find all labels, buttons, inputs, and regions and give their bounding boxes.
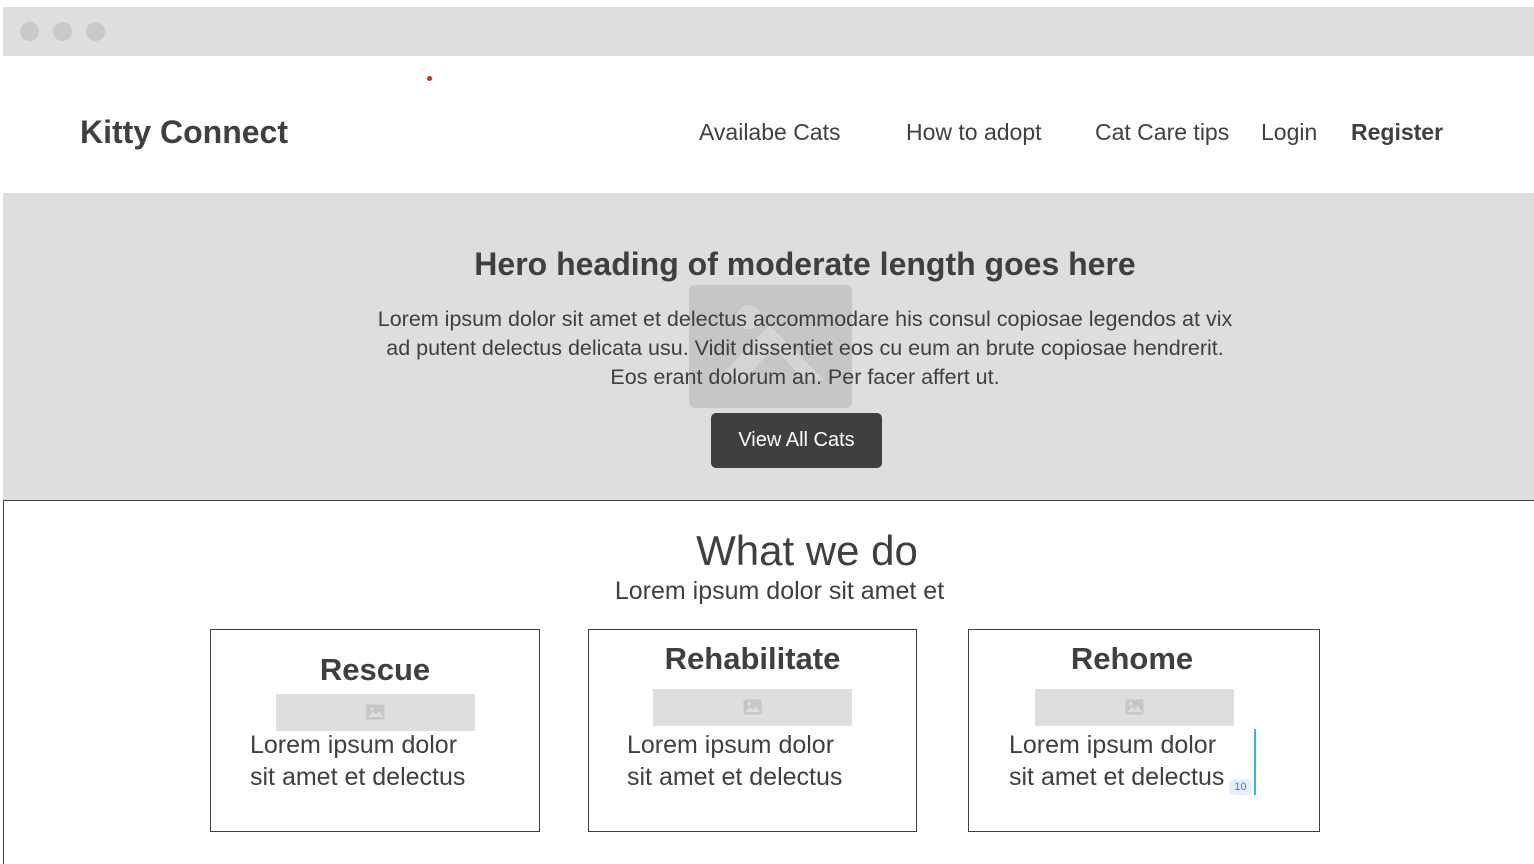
window-maximize-dot[interactable] [86, 22, 105, 41]
top-navigation: Kitty Connect Availabe Cats How to adopt… [3, 56, 1534, 193]
card-text-line-2: sit amet et delectus [627, 763, 843, 791]
image-icon [276, 694, 475, 731]
card-rescue: Rescue Lorem ipsum dolor sit amet et del… [210, 629, 540, 832]
hero-section: Hero heading of moderate length goes her… [3, 193, 1534, 500]
card-rehabilitate: Rehabilitate Lorem ipsum dolor sit amet … [588, 629, 917, 832]
window-close-dot[interactable] [20, 22, 39, 41]
nav-how-to-adopt[interactable]: How to adopt [906, 119, 1042, 146]
image-icon [1035, 689, 1234, 726]
hero-heading: Hero heading of moderate length goes her… [474, 246, 1136, 282]
image-icon [653, 689, 852, 726]
card-text-line-2: sit amet et delectus [250, 763, 466, 791]
card-title: Rehome [1070, 641, 1194, 676]
brand-logo[interactable]: Kitty Connect [80, 114, 288, 151]
browser-window: Kitty Connect Availabe Cats How to adopt… [3, 7, 1534, 864]
nav-cat-care-tips[interactable]: Cat Care tips [1095, 119, 1229, 146]
nav-register[interactable]: Register [1351, 119, 1443, 146]
red-marker-dot [427, 76, 432, 81]
card-title: Rescue [319, 652, 431, 687]
window-minimize-dot[interactable] [53, 22, 72, 41]
view-all-cats-button[interactable]: View All Cats [711, 413, 882, 468]
card-rehome: Rehome Lorem ipsum dolor sit amet et del… [968, 629, 1320, 832]
browser-chrome [3, 7, 1534, 56]
section-subtitle: Lorem ipsum dolor sit amet et [614, 577, 945, 605]
card-text-line-1: Lorem ipsum dolor [627, 731, 835, 759]
what-we-do-section: What we do Lorem ipsum dolor sit amet et… [3, 500, 1534, 864]
nav-available-cats[interactable]: Availabe Cats [699, 119, 841, 146]
card-title: Rehabilitate [664, 641, 841, 676]
measure-badge: 10 [1229, 779, 1252, 795]
card-text-line-2: sit amet et delectus [1009, 763, 1225, 791]
section-title: What we do [696, 527, 918, 574]
nav-login[interactable]: Login [1261, 119, 1317, 146]
hero-description: Lorem ipsum dolor sit amet et delectus a… [377, 307, 1233, 389]
text-cursor-line [1254, 729, 1256, 795]
card-text-line-1: Lorem ipsum dolor [1009, 731, 1217, 759]
card-text-line-1: Lorem ipsum dolor [250, 731, 458, 759]
